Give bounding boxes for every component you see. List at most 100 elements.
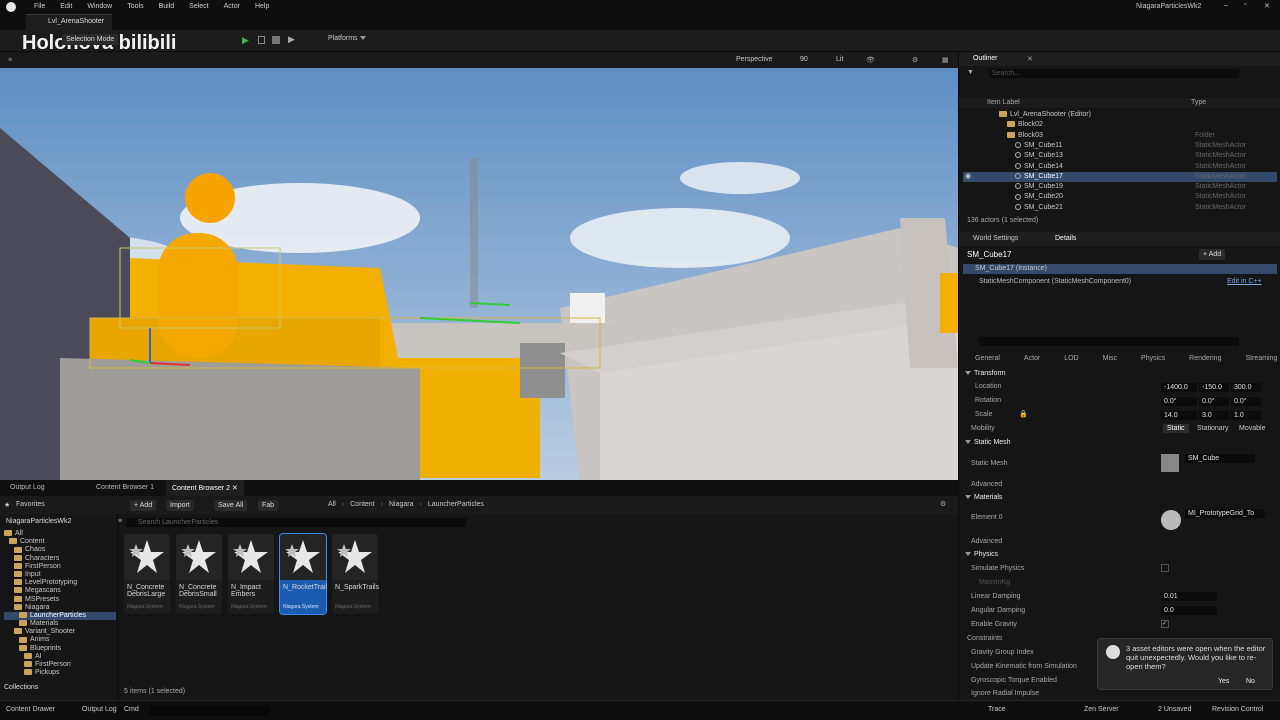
yes-button[interactable]: Yes [1218, 678, 1229, 685]
outliner-title[interactable]: Outliner [973, 55, 998, 62]
close-window-icon[interactable]: ✕ [1264, 2, 1270, 10]
outliner-col-type[interactable]: Type [1191, 99, 1206, 106]
no-button[interactable]: No [1246, 678, 1255, 685]
show-flags-icon[interactable]: 👁 [866, 56, 875, 64]
settings-icon[interactable]: ⚙ [912, 56, 918, 64]
outliner-row[interactable]: SM_Cube14 StaticMeshActor [963, 162, 1277, 172]
import-button[interactable]: Import [166, 500, 194, 511]
filter-icon[interactable]: ≡ [118, 518, 122, 525]
tab-content-browser-1[interactable]: Content Browser 1 [90, 480, 160, 496]
linear-damping-value[interactable]: 0.01 [1161, 592, 1217, 601]
unsaved-button[interactable]: 2 Unsaved [1158, 706, 1191, 713]
cmd-button[interactable]: Cmd [124, 706, 139, 713]
viewport-menu-icon[interactable]: ≡ [8, 57, 12, 64]
asset-card[interactable]: N_Concrete DebrisSmall Niagara System [176, 534, 222, 614]
folder-tree-item[interactable]: Megascans [4, 587, 116, 595]
level-viewport[interactable] [0, 68, 958, 480]
filter-icon[interactable]: ▼ [967, 69, 974, 76]
breadcrumb-item[interactable]: Content [350, 501, 375, 508]
selection-mode-button[interactable]: Selection Mode [62, 34, 119, 45]
breadcrumb-item[interactable]: LauncherParticles [428, 501, 484, 508]
play-options-icon[interactable]: ▶ [288, 34, 295, 45]
asset-card[interactable]: N_RocketTrail Niagara System [279, 533, 327, 615]
advanced-toggle[interactable]: Advanced [971, 481, 1002, 488]
breadcrumb-item[interactable]: Niagara [389, 501, 414, 508]
physics-section[interactable]: Physics [965, 551, 998, 558]
tab-details[interactable]: Details [1055, 235, 1076, 242]
rotation-label[interactable]: Rotation [975, 397, 1001, 404]
material-thumbnail[interactable] [1161, 510, 1181, 530]
folder-tree-item[interactable]: LevelPrototyping [4, 579, 116, 587]
lock-icon[interactable]: 🔒 [1019, 410, 1028, 418]
console-input[interactable] [150, 705, 270, 716]
content-drawer-button[interactable]: Content Drawer [6, 706, 55, 713]
component-instance[interactable]: SM_Cube17 (Instance) [963, 264, 1277, 274]
outliner-row[interactable]: SM_Cube13 StaticMeshActor [963, 151, 1277, 161]
add-button[interactable]: + Add [130, 500, 157, 511]
folder-tree-item[interactable]: Chaos [4, 546, 116, 554]
folder-tree-item[interactable]: All [4, 530, 116, 538]
menu-item-actor[interactable]: Actor [224, 3, 240, 10]
perspective-button[interactable]: Perspective [736, 56, 773, 63]
scale-label[interactable]: Scale [975, 411, 993, 418]
folder-tree-item[interactable]: Input [4, 571, 116, 579]
level-tab[interactable]: Lvl_ArenaShooter [26, 14, 112, 30]
folder-tree-item[interactable]: Blueprints [4, 645, 116, 653]
folder-tree-item[interactable]: FirstPerson [4, 661, 116, 669]
menu-item-select[interactable]: Select [189, 3, 208, 10]
menu-item-help[interactable]: Help [255, 3, 269, 10]
menu-item-window[interactable]: Window [87, 3, 112, 10]
pause-icon[interactable] [258, 36, 265, 44]
folder-tree-item[interactable]: Pickups [4, 669, 116, 677]
minimize-icon[interactable]: – [1224, 2, 1228, 9]
search-input[interactable]: Search LauncherParticles [126, 518, 466, 527]
rotation-z[interactable]: 0.0° [1231, 397, 1261, 406]
transform-section[interactable]: Transform [965, 370, 1006, 377]
angular-damping-value[interactable]: 0.0 [1161, 606, 1217, 615]
advanced-toggle-2[interactable]: Advanced [971, 538, 1002, 545]
material-value[interactable]: MI_PrototypeGrid_To [1185, 509, 1265, 518]
tab-content-browser-2[interactable]: Content Browser 2 ✕ [166, 480, 244, 496]
outliner-row[interactable]: Block02 [963, 120, 1277, 130]
scale-y[interactable]: 3.0 [1199, 411, 1229, 420]
filter-tab-streaming[interactable]: Streaming [1241, 354, 1280, 363]
location-z[interactable]: 300.0 [1231, 383, 1261, 392]
mobility-static[interactable]: Static [1163, 424, 1189, 433]
trace-button[interactable]: Trace [988, 706, 1006, 713]
lit-button[interactable]: Lit [836, 56, 843, 63]
zen-server-button[interactable]: Zen Server [1084, 706, 1119, 713]
static-mesh-section[interactable]: Static Mesh [965, 439, 1011, 446]
outliner-col-label[interactable]: Item Label [987, 99, 1020, 106]
rotation-x[interactable]: 0.0° [1161, 397, 1197, 406]
fab-button[interactable]: Fab [258, 500, 279, 511]
simulate-physics-checkbox[interactable] [1161, 564, 1169, 572]
edit-in-cpp-link[interactable]: Edit in C++ [1227, 278, 1262, 285]
folder-tree-item[interactable]: Anims [4, 636, 116, 644]
folder-tree-item[interactable]: Niagara [4, 604, 116, 612]
menu-item-file[interactable]: File [34, 3, 45, 10]
folder-tree-item[interactable]: LauncherParticles [4, 611, 116, 621]
enable-gravity-checkbox[interactable]: ✓ [1161, 620, 1169, 628]
menu-item-build[interactable]: Build [159, 3, 175, 10]
outliner-search-input[interactable]: Search... [989, 69, 1239, 78]
rotation-y[interactable]: 0.0° [1199, 397, 1229, 406]
outliner-row[interactable]: SM_Cube19 StaticMeshActor [963, 182, 1277, 192]
output-log-button[interactable]: Output Log [82, 706, 117, 713]
project-root[interactable]: NiagaraParticlesWk2 [6, 518, 71, 525]
folder-tree-item[interactable]: Variant_Shooter [4, 628, 116, 636]
outliner-row[interactable]: Lvl_ArenaShooter (Editor) [963, 110, 1277, 120]
asset-card[interactable]: N_Impact Embers Niagara System [228, 534, 274, 614]
maximize-icon[interactable]: ▫ [1244, 1, 1246, 8]
filter-tab-misc[interactable]: Misc [1099, 354, 1121, 363]
folder-tree-item[interactable]: Characters [4, 555, 116, 563]
visibility-eye-icon[interactable]: ◉ [965, 172, 971, 180]
filter-tab-actor[interactable]: Actor [1020, 354, 1044, 363]
static-mesh-thumbnail[interactable] [1161, 454, 1179, 472]
mobility-movable[interactable]: Movable [1235, 424, 1269, 433]
settings-icon[interactable]: ⚙ [940, 500, 946, 508]
constraints-section[interactable]: Constraints [967, 635, 1002, 642]
location-y[interactable]: -150.0 [1199, 383, 1229, 392]
revision-control-button[interactable]: Revision Control [1212, 706, 1263, 713]
asset-card[interactable]: N_SparkTrails Niagara System [332, 534, 379, 614]
component-static-mesh[interactable]: StaticMeshComponent (StaticMeshComponent… [979, 278, 1131, 285]
